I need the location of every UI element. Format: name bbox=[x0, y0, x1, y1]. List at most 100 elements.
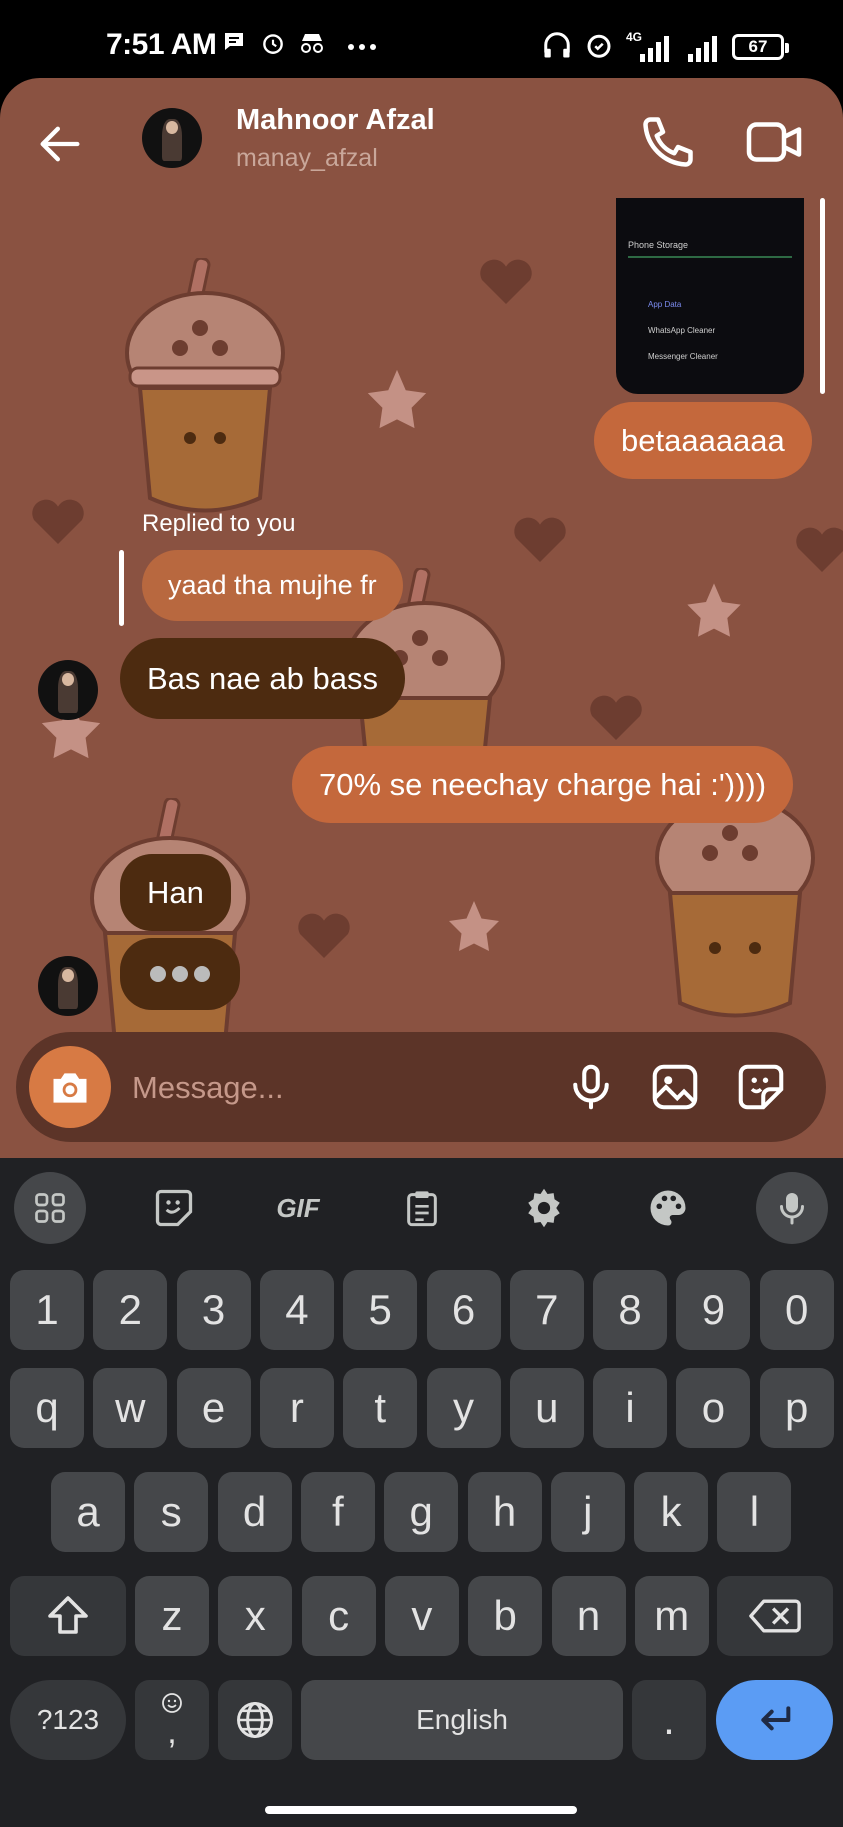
message-composer bbox=[16, 1032, 826, 1142]
key-j[interactable]: j bbox=[550, 1472, 625, 1552]
heart-decoration bbox=[796, 527, 843, 572]
replied-message[interactable]: yaad tha mujhe fr bbox=[142, 550, 403, 621]
contact-name[interactable]: Mahnoor Afzal bbox=[236, 104, 435, 137]
globe-icon bbox=[237, 1702, 273, 1738]
key-9[interactable]: 9 bbox=[676, 1270, 751, 1350]
mic-icon[interactable] bbox=[564, 1060, 618, 1114]
key-h[interactable]: h bbox=[467, 1472, 542, 1552]
contact-avatar[interactable] bbox=[38, 956, 98, 1016]
shared-screenshot[interactable]: Phone Storage App Data WhatsApp Cleaner … bbox=[616, 198, 804, 394]
key-z[interactable]: z bbox=[135, 1576, 209, 1656]
heart-decoration bbox=[298, 913, 350, 958]
space-bar[interactable]: English bbox=[301, 1680, 623, 1760]
contact-avatar[interactable] bbox=[38, 660, 98, 720]
key-c[interactable]: c bbox=[301, 1576, 376, 1656]
contact-avatar[interactable] bbox=[142, 108, 202, 168]
keyboard-toolbar: GIF bbox=[0, 1158, 843, 1258]
sticker-icon[interactable] bbox=[146, 1180, 202, 1236]
shift-key[interactable] bbox=[10, 1576, 126, 1656]
clipboard-icon[interactable] bbox=[394, 1180, 450, 1236]
screenshot-text: WhatsApp Cleaner bbox=[648, 326, 716, 335]
status-bar: 7:51 AM 4G 67 bbox=[0, 0, 843, 80]
key-i[interactable]: i bbox=[593, 1368, 668, 1448]
voice-input-mic-icon[interactable] bbox=[756, 1172, 828, 1244]
alarm-clock-icon bbox=[587, 34, 611, 58]
symbols-key[interactable]: ?123 bbox=[10, 1680, 126, 1760]
star-decoration bbox=[449, 901, 499, 951]
battery-indicator: 67 bbox=[732, 34, 789, 60]
key-6[interactable]: 6 bbox=[426, 1270, 501, 1350]
key-t[interactable]: t bbox=[343, 1368, 418, 1448]
palette-icon[interactable] bbox=[640, 1180, 696, 1236]
star-decoration bbox=[687, 583, 741, 637]
apps-grid-icon[interactable] bbox=[14, 1172, 86, 1244]
sticker-icon[interactable] bbox=[734, 1060, 788, 1114]
shift-arrow-icon bbox=[48, 1596, 88, 1634]
outgoing-message[interactable]: betaaaaaaa bbox=[594, 402, 812, 479]
key-o[interactable]: o bbox=[676, 1368, 751, 1448]
key-m[interactable]: m bbox=[634, 1576, 709, 1656]
key-q[interactable]: q bbox=[10, 1368, 84, 1448]
gif-button[interactable]: GIF bbox=[268, 1180, 328, 1236]
message-input[interactable] bbox=[130, 1062, 554, 1114]
contact-username[interactable]: manay_afzal bbox=[236, 144, 378, 173]
key-e[interactable]: e bbox=[176, 1368, 251, 1448]
more-dots-icon bbox=[348, 44, 376, 50]
back-arrow-icon[interactable] bbox=[34, 118, 86, 170]
key-v[interactable]: v bbox=[384, 1576, 459, 1656]
backspace-key[interactable] bbox=[717, 1576, 833, 1656]
key-3[interactable]: 3 bbox=[176, 1270, 251, 1350]
key-n[interactable]: n bbox=[551, 1576, 626, 1656]
incoming-message[interactable]: Han bbox=[120, 854, 231, 931]
key-p[interactable]: p bbox=[759, 1368, 834, 1448]
key-d[interactable]: d bbox=[217, 1472, 292, 1552]
signal-icon-2 bbox=[688, 36, 717, 62]
key-1[interactable]: 1 bbox=[10, 1270, 84, 1350]
key-2[interactable]: 2 bbox=[93, 1270, 168, 1350]
star-decoration bbox=[367, 369, 427, 429]
headphones-icon bbox=[544, 32, 570, 58]
heart-decoration bbox=[514, 517, 566, 562]
incoming-message[interactable]: Bas nae ab bass bbox=[120, 638, 405, 719]
chat-area[interactable]: Mahnoor Afzal manay_afzal Phone Storage … bbox=[0, 78, 843, 1158]
enter-key[interactable] bbox=[716, 1680, 833, 1760]
key-4[interactable]: 4 bbox=[259, 1270, 334, 1350]
camera-button[interactable] bbox=[29, 1046, 111, 1128]
settings-gear-icon[interactable] bbox=[516, 1180, 572, 1236]
boba-cup-decoration bbox=[125, 258, 285, 513]
outgoing-message[interactable]: 70% se neechay charge hai :')))) bbox=[292, 746, 794, 823]
home-indicator[interactable] bbox=[265, 1806, 577, 1814]
period-key[interactable]: . bbox=[632, 1680, 706, 1760]
key-y[interactable]: y bbox=[426, 1368, 501, 1448]
key-r[interactable]: r bbox=[259, 1368, 334, 1448]
key-k[interactable]: k bbox=[634, 1472, 709, 1552]
key-g[interactable]: g bbox=[384, 1472, 459, 1552]
keyboard: GIF 1234567890 qwertyuiop asdfghjkl zxcvbnm… bbox=[0, 1158, 843, 1827]
key-5[interactable]: 5 bbox=[343, 1270, 418, 1350]
screenshot-text: App Data bbox=[648, 300, 682, 309]
chat-header: Mahnoor Afzal manay_afzal bbox=[0, 78, 843, 208]
key-s[interactable]: s bbox=[134, 1472, 209, 1552]
reply-indicator-bar bbox=[820, 198, 825, 394]
incognito-icon bbox=[301, 34, 323, 53]
video-camera-icon[interactable] bbox=[744, 112, 804, 172]
key-b[interactable]: b bbox=[468, 1576, 543, 1656]
emoji-comma-key[interactable]: , bbox=[135, 1680, 209, 1760]
phone-icon[interactable] bbox=[638, 112, 698, 172]
message-notification-icon bbox=[225, 33, 243, 50]
key-8[interactable]: 8 bbox=[593, 1270, 668, 1350]
key-w[interactable]: w bbox=[93, 1368, 168, 1448]
signal-icon bbox=[640, 36, 669, 62]
language-globe-key[interactable] bbox=[218, 1680, 292, 1760]
reply-bar bbox=[119, 550, 124, 626]
key-u[interactable]: u bbox=[509, 1368, 584, 1448]
gallery-icon[interactable] bbox=[648, 1060, 702, 1114]
heart-decoration bbox=[32, 499, 84, 544]
key-7[interactable]: 7 bbox=[509, 1270, 584, 1350]
key-0[interactable]: 0 bbox=[759, 1270, 834, 1350]
key-x[interactable]: x bbox=[218, 1576, 293, 1656]
key-a[interactable]: a bbox=[51, 1472, 125, 1552]
key-f[interactable]: f bbox=[300, 1472, 375, 1552]
key-l[interactable]: l bbox=[717, 1472, 792, 1552]
alarm-icon bbox=[263, 34, 283, 54]
